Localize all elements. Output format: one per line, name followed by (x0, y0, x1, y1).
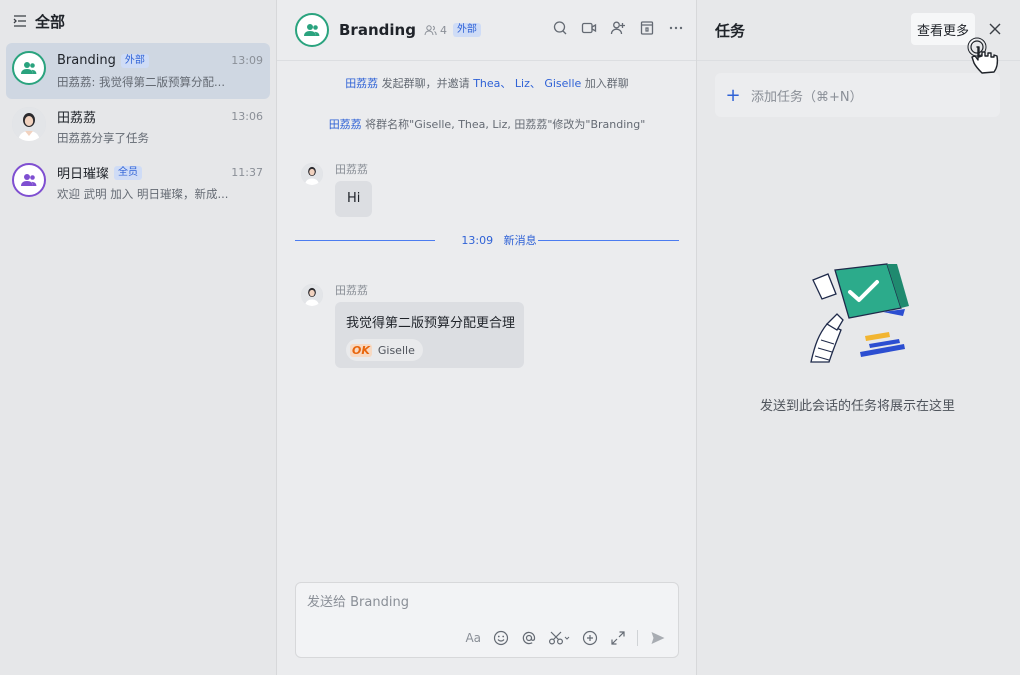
filter-menu-icon[interactable] (13, 14, 27, 28)
divider-label: 13:09 新消息 (449, 232, 549, 248)
reaction-user: Giselle (377, 343, 415, 357)
ok-reaction-icon: OK (350, 343, 372, 357)
sender-name: 田荔荔 (335, 284, 368, 297)
message-text: 我觉得第二版预算分配更合理 (346, 316, 516, 331)
send-icon[interactable] (649, 629, 666, 646)
external-badge: 外部 (120, 53, 149, 68)
system-actor[interactable]: 田荔荔 (329, 118, 362, 131)
close-icon[interactable] (987, 21, 1003, 37)
conversation-preview: 欢迎 武明 加入 明日璀璨，新成... (57, 187, 229, 201)
group-icon (21, 174, 37, 186)
conversation-name: 明日璀璨 (57, 167, 110, 182)
search-icon[interactable] (552, 20, 568, 36)
tasks-title: 任务 (715, 21, 746, 40)
external-badge: 外部 (452, 23, 481, 37)
sender-avatar[interactable] (301, 284, 323, 306)
person-avatar (12, 107, 46, 141)
conversation-name: 田荔荔 (57, 111, 97, 126)
chat-header-actions (552, 20, 684, 36)
tasks-empty-text: 发送到此会话的任务将展示在这里 (759, 399, 955, 414)
member-count[interactable]: 4 (424, 24, 447, 37)
divider-time: 13:09 (461, 234, 494, 247)
sender-name: 田荔荔 (335, 163, 368, 176)
member-count-value: 4 (439, 23, 447, 37)
conversation-item-tianlili[interactable]: 田荔荔 13:06 田荔荔分享了任务 (6, 99, 270, 155)
add-attachment-icon[interactable] (581, 629, 598, 646)
conversation-sidebar: 全部 Branding 外部 13:09 田荔荔: 我觉得第二版预算分配... (0, 0, 277, 675)
message-bubble[interactable]: Hi (335, 181, 373, 217)
system-message-created: 田荔荔 发起群聊，并邀请 Thea、 Liz、 Giselle 加入群聊 (277, 75, 697, 91)
system-text: 加入群聊 (581, 77, 629, 90)
composer-toolbar: Aa (465, 629, 666, 646)
sidebar-header: 全部 (0, 0, 276, 42)
mention-icon[interactable] (520, 629, 537, 646)
system-text: 将群名称"Giselle, Thea, Liz, 田荔荔"修改为"Brandin… (361, 118, 646, 131)
conversation-name: Branding (57, 53, 116, 68)
conversation-item-branding[interactable]: Branding 外部 13:09 田荔荔: 我觉得第二版预算分配... (6, 43, 270, 99)
group-icon (21, 62, 37, 74)
system-actor[interactable]: 田荔荔 (345, 77, 378, 90)
conversation-time: 11:37 (231, 166, 263, 179)
emoji-icon[interactable] (492, 629, 509, 646)
sender-avatar[interactable] (301, 163, 323, 185)
pin-board-icon[interactable] (639, 20, 655, 36)
group-avatar (12, 51, 46, 85)
add-member-icon[interactable] (610, 20, 626, 36)
system-text: 发起群聊，并邀请 (378, 77, 474, 90)
video-call-icon[interactable] (581, 20, 597, 36)
new-messages-divider: 13:09 新消息 (295, 232, 679, 248)
group-icon (304, 24, 320, 36)
chat-panel: Branding 4 外部 田荔荔 发起群聊，并邀请 Thea、 Liz、 Gi… (277, 0, 697, 675)
sidebar-title[interactable]: 全部 (35, 11, 65, 32)
plus-icon: + (725, 84, 741, 106)
members-icon (424, 24, 437, 35)
conversation-item-mingricuican[interactable]: 明日璀璨 全员 11:37 欢迎 武明 加入 明日璀璨，新成... (6, 155, 270, 211)
screenshot-scissors-icon[interactable] (548, 629, 570, 646)
message-bubble[interactable]: 我觉得第二版预算分配更合理 OK Giselle (335, 302, 524, 368)
group-avatar (12, 163, 46, 197)
message-input[interactable] (307, 595, 607, 610)
add-task-label: 添加任务（⌘+N） (751, 89, 863, 105)
conversation-preview: 田荔荔: 我觉得第二版预算分配... (57, 75, 225, 89)
system-message-renamed: 田荔荔 将群名称"Giselle, Thea, Liz, 田荔荔"修改为"Bra… (277, 116, 697, 132)
expand-editor-icon[interactable] (609, 629, 626, 646)
chat-title[interactable]: Branding (339, 21, 416, 39)
conversation-time: 13:06 (231, 110, 263, 123)
add-task-button[interactable]: + 添加任务（⌘+N） (715, 73, 1000, 117)
reaction-chip[interactable]: OK Giselle (346, 339, 423, 361)
more-options-icon[interactable] (668, 20, 684, 36)
all-members-badge: 全员 (114, 165, 143, 180)
message-composer: Aa (295, 582, 679, 658)
tasks-panel: 任务 查看更多 + 添加任务（⌘+N） 发送到此会话的任务将展示在这里 (697, 0, 1020, 675)
toolbar-separator (637, 629, 638, 646)
divider-text: 新消息 (503, 234, 537, 247)
chat-group-avatar[interactable] (295, 13, 329, 47)
task-empty-illustration (805, 262, 915, 372)
app-window: 全部 Branding 外部 13:09 田荔荔: 我觉得第二版预算分配... (0, 0, 1020, 675)
conversation-preview: 田荔荔分享了任务 (57, 131, 149, 145)
hand-pointer-cursor-icon (963, 37, 1015, 77)
conversation-time: 13:09 (231, 54, 263, 67)
chat-header: Branding 4 外部 (277, 0, 696, 61)
invited-names[interactable]: Thea、 Liz、 Giselle (473, 77, 581, 90)
text-format-icon[interactable]: Aa (465, 629, 481, 646)
